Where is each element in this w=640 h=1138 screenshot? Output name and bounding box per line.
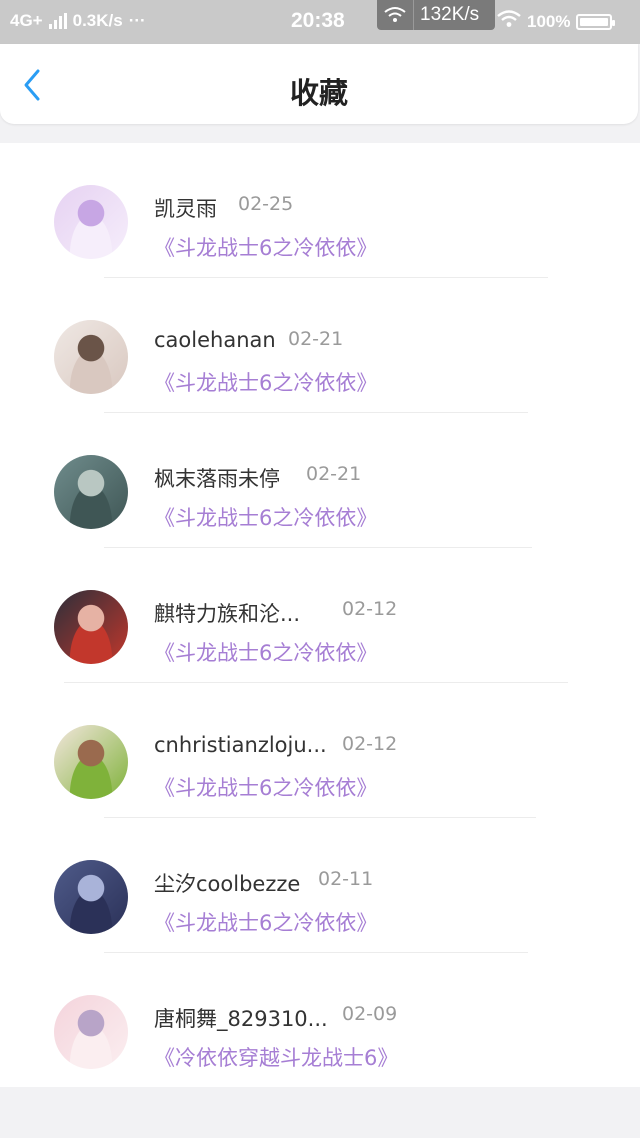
user-name: 麒特力族和沦... [154, 602, 301, 626]
signal-icon [48, 13, 67, 29]
book-title-link[interactable]: 《斗龙战士6之冷依依》 [154, 772, 377, 802]
status-bar: 4G+ 0.3K/s ··· 20:38 132K/s 100% [0, 0, 640, 44]
avatar[interactable] [54, 185, 128, 259]
battery-icon [576, 13, 616, 30]
list-item[interactable]: 凯灵雨 02-25 《斗龙战士6之冷依依》 [0, 143, 640, 278]
list-item[interactable]: cnhristianzloju... 02-12 《斗龙战士6之冷依依》 [0, 683, 640, 818]
book-title-link[interactable]: 《斗龙战士6之冷依依》 [154, 502, 377, 532]
avatar[interactable] [54, 320, 128, 394]
item-date: 02-21 [306, 463, 362, 485]
item-date: 02-09 [342, 1003, 398, 1025]
network-speed: 0.3K/s [72, 11, 123, 30]
clock: 20:38 [291, 9, 345, 32]
item-date: 02-12 [342, 598, 398, 620]
item-date: 02-25 [238, 193, 294, 215]
avatar[interactable] [54, 995, 128, 1069]
avatar[interactable] [54, 455, 128, 529]
speed-badge: 132K/s [377, 0, 495, 30]
user-name: 凯灵雨 [154, 197, 217, 221]
wifi-icon [497, 10, 521, 33]
more-indicator: ··· [128, 11, 146, 30]
user-name: cnhristianzloju... [154, 733, 327, 757]
status-left: 4G+ 0.3K/s ··· [10, 11, 146, 31]
avatar[interactable] [54, 725, 128, 799]
book-title-link[interactable]: 《冷依依穿越斗龙战士6》 [154, 1042, 398, 1072]
list-item[interactable]: 唐桐舞_829310... 02-09 《冷依依穿越斗龙战士6》 [0, 953, 640, 1088]
user-name: 枫末落雨未停 [154, 467, 280, 491]
network-type: 4G+ [10, 11, 43, 30]
item-date: 02-21 [288, 328, 344, 350]
speed-badge-label: 132K/s [420, 4, 480, 25]
user-name: 唐桐舞_829310... [154, 1007, 328, 1031]
favorites-list: 凯灵雨 02-25 《斗龙战士6之冷依依》 caolehanan 02-21 《… [0, 143, 640, 1087]
list-item[interactable]: 尘汐coolbezze 02-11 《斗龙战士6之冷依依》 [0, 818, 640, 953]
user-name: caolehanan [154, 328, 276, 352]
avatar[interactable] [54, 590, 128, 664]
book-title-link[interactable]: 《斗龙战士6之冷依依》 [154, 367, 377, 397]
status-right: 100% [497, 10, 616, 33]
list-item[interactable]: caolehanan 02-21 《斗龙战士6之冷依依》 [0, 278, 640, 413]
page-title: 收藏 [289, 76, 348, 110]
battery-percent: 100% [527, 11, 571, 31]
book-title-link[interactable]: 《斗龙战士6之冷依依》 [154, 907, 377, 937]
item-date: 02-12 [342, 733, 398, 755]
book-title-link[interactable]: 《斗龙战士6之冷依依》 [154, 232, 377, 262]
header-bar: 收藏 [0, 44, 638, 124]
book-title-link[interactable]: 《斗龙战士6之冷依依》 [154, 637, 377, 667]
list-item[interactable]: 枫末落雨未停 02-21 《斗龙战士6之冷依依》 [0, 413, 640, 548]
list-item[interactable]: 麒特力族和沦... 02-12 《斗龙战士6之冷依依》 [0, 548, 640, 683]
avatar[interactable] [54, 860, 128, 934]
wifi-hotspot-icon [377, 0, 414, 30]
user-name: 尘汐coolbezze [154, 872, 301, 896]
item-date: 02-11 [318, 868, 374, 890]
